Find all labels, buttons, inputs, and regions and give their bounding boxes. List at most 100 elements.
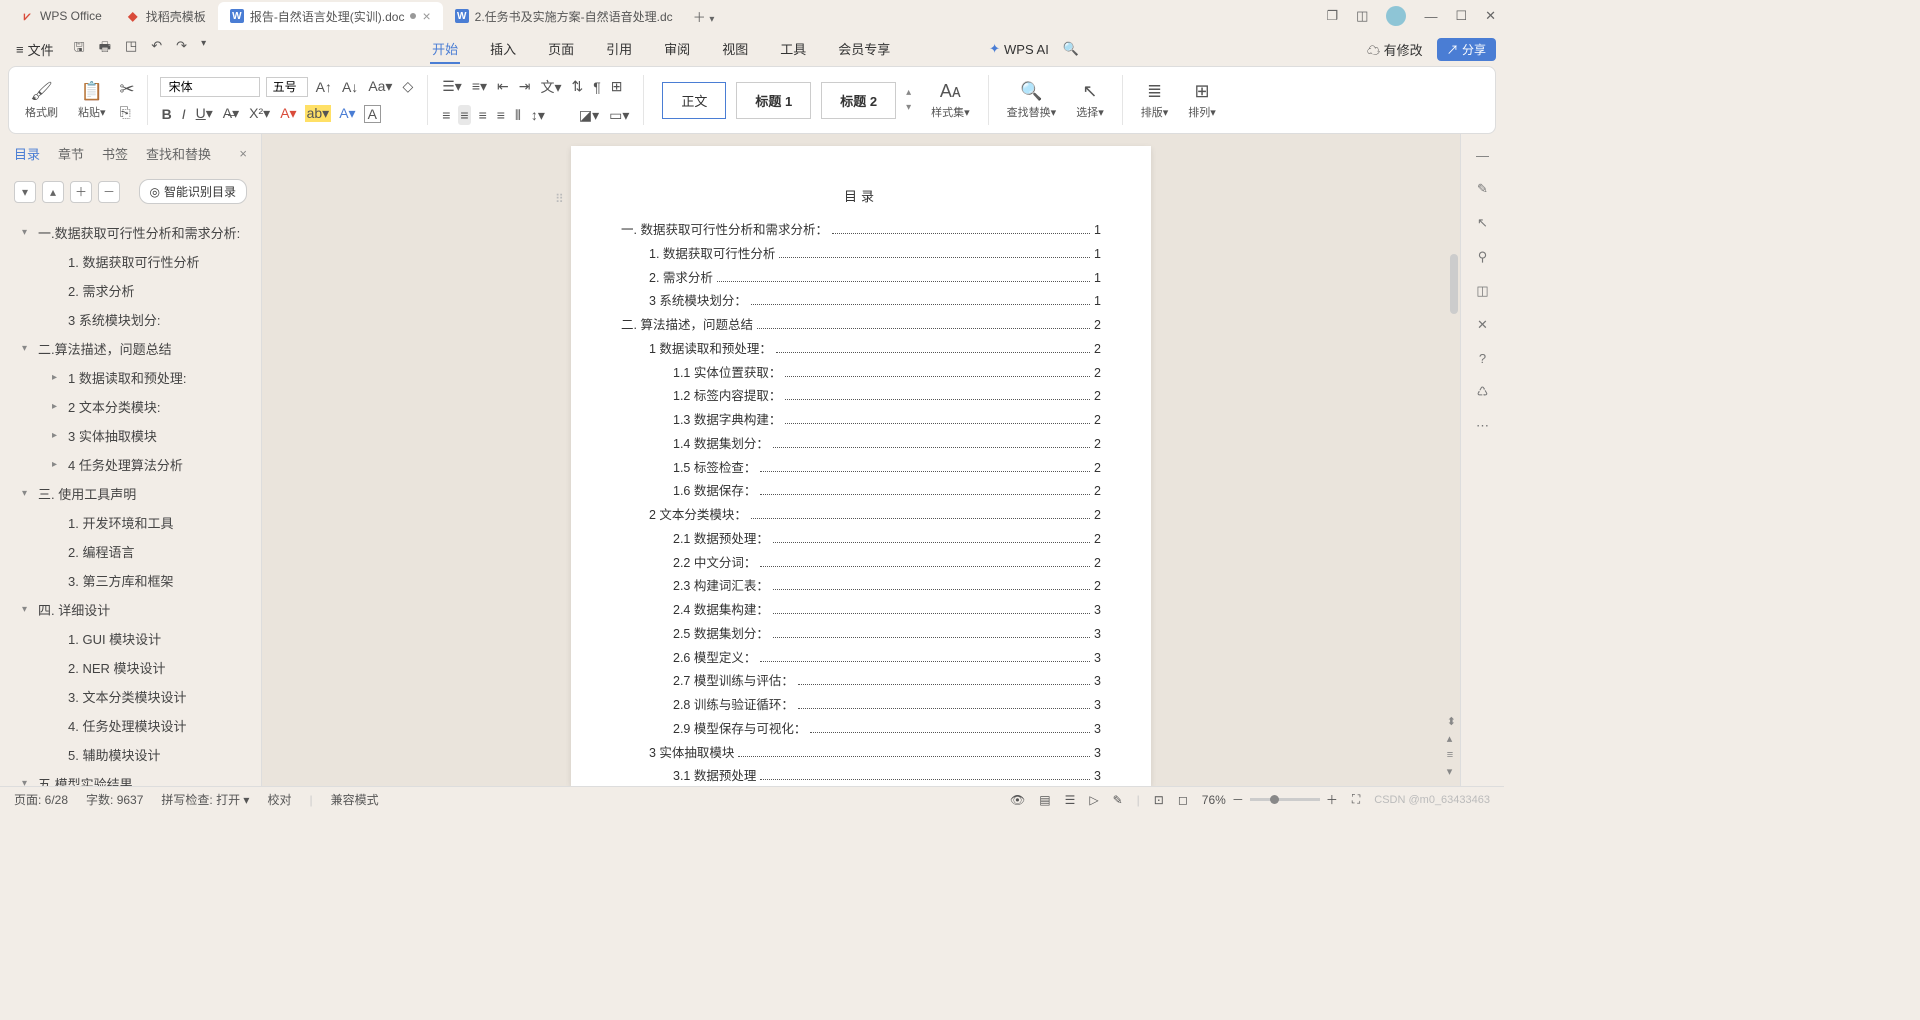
- fit-page-icon[interactable]: ◻: [1178, 793, 1188, 807]
- more-icon[interactable]: ⋯: [1476, 418, 1489, 434]
- text-color-icon[interactable]: A▾: [337, 103, 357, 124]
- char-shading-icon[interactable]: A: [364, 105, 381, 123]
- bullets-icon[interactable]: ☰▾: [440, 76, 464, 97]
- expand-toggle-icon[interactable]: ▾: [22, 488, 34, 499]
- menu-view[interactable]: 视图: [720, 35, 750, 64]
- toc-entry[interactable]: 2.8 训练与验证循环：3: [621, 694, 1101, 718]
- menu-start[interactable]: 开始: [430, 35, 460, 64]
- fullscreen-icon[interactable]: ⛶: [1352, 792, 1360, 807]
- share-button[interactable]: ↗ 分享: [1437, 38, 1496, 61]
- toc-entry[interactable]: 1.2 标签内容提取：2: [621, 385, 1101, 409]
- align-justify-icon[interactable]: ≡: [495, 105, 507, 125]
- outline-item[interactable]: 5. 辅助模块设计: [14, 740, 257, 769]
- outline-item[interactable]: 2. 需求分析: [14, 276, 257, 305]
- adjust-icon[interactable]: ⚲: [1478, 249, 1488, 265]
- underline-icon[interactable]: U▾: [194, 103, 215, 124]
- style-scroll-up-icon[interactable]: ▴: [906, 87, 911, 98]
- toc-entry[interactable]: 2.2 中文分词：2: [621, 552, 1101, 576]
- align-center-icon[interactable]: ≡: [458, 105, 470, 125]
- toc-entry[interactable]: 1.5 标签检查：2: [621, 457, 1101, 481]
- toc-entry[interactable]: 2.6 模型定义：3: [621, 647, 1101, 671]
- align-left-icon[interactable]: ≡: [440, 105, 452, 125]
- outline-item[interactable]: ▾四. 详细设计: [14, 595, 257, 624]
- font-color-icon[interactable]: A▾: [278, 103, 298, 124]
- gallery-icon[interactable]: ◫: [1476, 283, 1488, 299]
- asian-layout-icon[interactable]: ¶: [591, 77, 603, 97]
- menu-review[interactable]: 审阅: [662, 35, 692, 64]
- outline-item[interactable]: ▾二.算法描述，问题总结: [14, 334, 257, 363]
- view-page-icon[interactable]: ▤: [1039, 793, 1050, 807]
- view-play-icon[interactable]: ▷: [1089, 793, 1098, 807]
- shrink-font-icon[interactable]: A↓: [340, 77, 360, 97]
- drag-handle-icon[interactable]: ⠿: [555, 192, 564, 206]
- wps-ai-button[interactable]: ✦WPS AI: [989, 41, 1049, 57]
- proofing-status[interactable]: 校对: [267, 791, 291, 808]
- expand-toggle-icon[interactable]: ▸: [52, 401, 64, 412]
- outline-item[interactable]: 1. GUI 模块设计: [14, 624, 257, 653]
- distribute-icon[interactable]: ⫴: [513, 105, 523, 126]
- close-sidebar-icon[interactable]: ×: [239, 146, 247, 161]
- expand-icon[interactable]: ▴: [42, 181, 64, 203]
- pencil-icon[interactable]: ✎: [1477, 181, 1488, 197]
- add-item-icon[interactable]: ＋: [70, 181, 92, 203]
- highlight-icon[interactable]: ab▾: [305, 105, 332, 122]
- expand-toggle-icon[interactable]: ▾: [22, 343, 34, 354]
- view-outline-icon[interactable]: ☰: [1065, 793, 1076, 807]
- expand-toggle-icon[interactable]: ▸: [52, 372, 64, 383]
- toc-entry[interactable]: 2.1 数据预处理：2: [621, 528, 1101, 552]
- font-family-select[interactable]: [160, 77, 260, 97]
- toc-entry[interactable]: 一. 数据获取可行性分析和需求分析：1: [621, 219, 1101, 243]
- borders-icon[interactable]: ▭▾: [607, 105, 631, 126]
- toc-entry[interactable]: 1. 数据获取可行性分析1: [621, 243, 1101, 267]
- superscript-icon[interactable]: X²▾: [247, 103, 272, 124]
- outline-item[interactable]: 2. 编程语言: [14, 537, 257, 566]
- find-replace-icon[interactable]: 🔍: [1020, 81, 1042, 102]
- outline-item[interactable]: ▸1 数据读取和预处理:: [14, 363, 257, 392]
- remove-item-icon[interactable]: －: [98, 181, 120, 203]
- clear-format-icon[interactable]: ◇: [400, 76, 415, 97]
- tab-templates[interactable]: ◆找稻壳模板: [114, 2, 218, 30]
- expand-toggle-icon[interactable]: ▾: [22, 778, 34, 786]
- toc-entry[interactable]: 2.7 模型训练与评估：3: [621, 670, 1101, 694]
- document-area[interactable]: ⠿ 目录 一. 数据获取可行性分析和需求分析：11. 数据获取可行性分析12. …: [262, 134, 1460, 786]
- toc-entry[interactable]: 1.4 数据集划分：2: [621, 433, 1101, 457]
- help-icon[interactable]: ?: [1479, 351, 1486, 366]
- print-preview-icon[interactable]: ◳: [125, 38, 137, 60]
- cursor-icon[interactable]: ↖: [1477, 215, 1488, 231]
- tab-doc-active[interactable]: W报告-自然语言处理(实训).doc×: [218, 2, 443, 30]
- minimize-icon[interactable]: —: [1424, 9, 1437, 24]
- outline-item[interactable]: ▾三. 使用工具声明: [14, 479, 257, 508]
- menu-insert[interactable]: 插入: [488, 35, 518, 64]
- side-tab-bookmark[interactable]: 书签: [102, 144, 128, 163]
- copy-icon[interactable]: ⎘: [120, 104, 135, 121]
- outline-item[interactable]: 1. 开发环境和工具: [14, 508, 257, 537]
- show-marks-icon[interactable]: ⊞: [609, 76, 625, 97]
- auto-toc-button[interactable]: ◎智能识别目录: [139, 179, 248, 204]
- sort-asc-icon[interactable]: ⇅: [570, 76, 586, 97]
- zoom-in-icon[interactable]: ＋: [1326, 791, 1338, 808]
- window-copy-icon[interactable]: ❐: [1326, 8, 1338, 24]
- numbering-icon[interactable]: ≡▾: [470, 76, 489, 97]
- style-heading2[interactable]: 标题 2: [821, 82, 896, 119]
- outline-item[interactable]: ▸3 实体抽取模块: [14, 421, 257, 450]
- toc-entry[interactable]: 3 实体抽取模块3: [621, 742, 1101, 766]
- menu-member[interactable]: 会员专享: [836, 35, 892, 64]
- minus-icon[interactable]: —: [1476, 148, 1489, 163]
- bold-icon[interactable]: B: [160, 104, 174, 124]
- outline-item[interactable]: ▾一.数据获取可行性分析和需求分析:: [14, 218, 257, 247]
- style-heading1[interactable]: 标题 1: [736, 82, 811, 119]
- arrange-icon[interactable]: ≣: [1147, 81, 1162, 102]
- menu-reference[interactable]: 引用: [604, 35, 634, 64]
- toc-entry[interactable]: 2.5 数据集划分：3: [621, 623, 1101, 647]
- format-painter-icon[interactable]: 🖌: [30, 81, 53, 102]
- align-right-icon[interactable]: ≡: [477, 105, 489, 125]
- outline-item[interactable]: ▾五.模型实验结果: [14, 769, 257, 786]
- page-mid-icon[interactable]: ≡: [1447, 749, 1456, 761]
- user-avatar[interactable]: [1386, 6, 1406, 26]
- outdent-icon[interactable]: ⇤: [495, 76, 511, 97]
- toc-entry[interactable]: 2 文本分类模块：2: [621, 504, 1101, 528]
- expand-toggle-icon[interactable]: ▾: [22, 604, 34, 615]
- expand-toggle-icon[interactable]: ▸: [52, 459, 64, 470]
- redo-icon[interactable]: ↷: [176, 38, 187, 60]
- outline-item[interactable]: 3 系统模块划分:: [14, 305, 257, 334]
